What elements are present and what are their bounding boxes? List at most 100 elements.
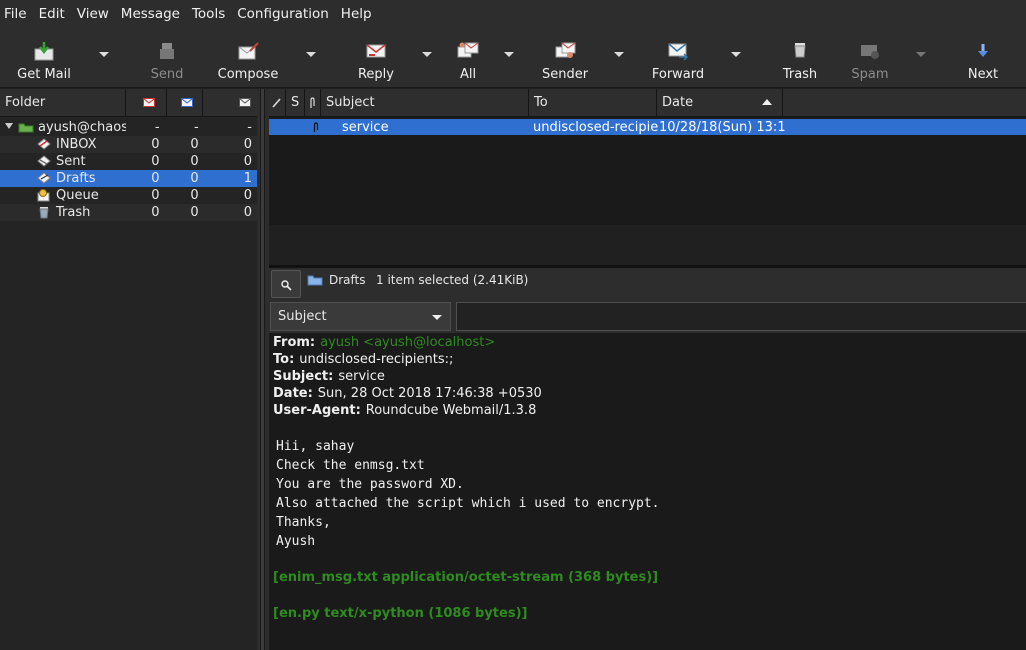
from-header: From: ayush <ayush@localhost> <box>273 334 1026 351</box>
current-folder-name: Drafts <box>329 273 366 287</box>
pane-separator[interactable] <box>257 89 269 650</box>
folder-row-queue[interactable]: Queue 0 0 0 <box>0 187 257 204</box>
folder-new-count: 0 <box>151 205 160 220</box>
reply-icon <box>366 44 386 58</box>
subject-column-header[interactable]: Subject <box>321 89 529 116</box>
folder-unread-count: - <box>193 120 199 135</box>
send-icon <box>160 43 174 59</box>
menu-file[interactable]: File <box>0 6 33 22</box>
trash-label: Trash <box>782 67 818 82</box>
menu-tools[interactable]: Tools <box>188 6 231 22</box>
folder-column-header[interactable]: Folder <box>0 89 126 116</box>
total-count-column-header[interactable] <box>203 89 257 116</box>
folder-new-count: 0 <box>151 137 160 152</box>
compose-button[interactable]: Compose <box>216 32 280 84</box>
folder-unread-count: 0 <box>190 154 199 169</box>
inbox-icon <box>37 138 51 150</box>
menu-edit[interactable]: Edit <box>35 6 71 22</box>
reply-all-button[interactable]: All <box>452 32 484 84</box>
attachment-link[interactable]: [enim_msg.txt application/octet-stream (… <box>273 568 1026 587</box>
spam-icon <box>861 45 879 59</box>
reply-label: Reply <box>357 67 394 82</box>
menu-help[interactable]: Help <box>337 6 378 22</box>
menu-configuration[interactable]: Configuration <box>233 6 335 22</box>
new-mail-icon <box>142 98 155 107</box>
user-agent-value: Roundcube Webmail/1.3.8 <box>365 403 537 418</box>
empty-column-header <box>783 89 1026 116</box>
menu-message[interactable]: Message <box>117 6 186 22</box>
spam-button[interactable]: Spam <box>849 32 891 84</box>
date-column-header[interactable]: Date <box>657 89 783 116</box>
quick-search-bar: Subject <box>269 301 1026 333</box>
folder-row-account[interactable]: ayush@chaos - - - <box>0 119 257 136</box>
menu-bar: File Edit View Message Tools Configurati… <box>0 0 1026 28</box>
new-count-column-header[interactable] <box>126 89 167 116</box>
next-button[interactable]: Next <box>965 32 1001 84</box>
user-agent-header: User-Agent: Roundcube Webmail/1.3.8 <box>273 402 1026 419</box>
search-folder-button[interactable] <box>271 270 301 298</box>
folder-unread-count: 0 <box>190 171 199 186</box>
spam-dropdown[interactable] <box>916 52 926 57</box>
compose-icon <box>238 42 259 60</box>
to-column-header[interactable]: To <box>529 89 657 116</box>
sent-icon <box>37 155 51 167</box>
folder-row-drafts[interactable]: Drafts 0 0 1 <box>0 170 257 187</box>
forward-dropdown[interactable] <box>731 52 741 57</box>
folder-name: Queue <box>56 188 99 203</box>
body-line: Thanks, <box>276 515 331 530</box>
reply-sender-button[interactable]: Sender <box>540 32 590 84</box>
reply-button[interactable]: Reply <box>355 32 397 84</box>
attachment-icon <box>310 96 315 108</box>
next-icon <box>978 44 988 57</box>
subject-header: Subject: service <box>273 368 1026 385</box>
get-mail-dropdown[interactable] <box>99 52 109 57</box>
to-label: To: <box>273 352 295 367</box>
folder-row-inbox[interactable]: INBOX 0 0 0 <box>0 136 257 153</box>
status-column-header[interactable]: S <box>286 89 305 116</box>
send-button[interactable]: Send <box>148 32 186 84</box>
to-header: To: undisclosed-recipients:; <box>273 351 1026 368</box>
from-label: From: <box>273 335 316 350</box>
folder-row-sent[interactable]: Sent 0 0 0 <box>0 153 257 170</box>
folder-new-count: 0 <box>151 171 160 186</box>
reply-all-dropdown[interactable] <box>504 52 514 57</box>
to-value: undisclosed-recipients:; <box>299 352 454 367</box>
quick-search-type-select[interactable]: Subject <box>270 302 451 331</box>
body-line: Ayush <box>276 534 316 549</box>
from-address-link[interactable]: ayush <ayush@localhost> <box>320 335 495 350</box>
status-bar: Drafts 1 item selected (2.41KiB) <box>269 268 1026 301</box>
reply-sender-dropdown[interactable] <box>614 52 624 57</box>
message-to: undisclosed-recipie <box>533 119 659 135</box>
reply-dropdown[interactable] <box>422 52 432 57</box>
mark-column-header[interactable] <box>269 89 286 116</box>
menu-view[interactable]: View <box>73 6 115 22</box>
subject-value: service <box>338 369 385 384</box>
reply-all-label: All <box>459 67 477 82</box>
folder-row-trash[interactable]: Trash 0 0 0 <box>0 204 257 221</box>
date-label: Date: <box>273 386 313 401</box>
total-mail-icon <box>239 98 251 107</box>
message-row[interactable]: service undisclosed-recipie 10/28/18(Sun… <box>269 119 1026 135</box>
subject-column-label: Subject <box>326 95 375 110</box>
date-header: Date: Sun, 28 Oct 2018 17:46:38 +0530 <box>273 385 1026 402</box>
get-mail-button[interactable]: Get Mail <box>14 32 74 84</box>
attachment-link[interactable]: [en.py text/x-python (1086 bytes)] <box>273 604 1026 623</box>
attachment-icon <box>313 121 319 132</box>
quick-search-type-value: Subject <box>278 309 327 324</box>
to-column-label: To <box>534 95 548 110</box>
trash-button[interactable]: Trash <box>780 32 820 84</box>
expand-triangle-icon[interactable] <box>5 123 13 129</box>
quick-search-input[interactable] <box>456 302 1026 331</box>
folder-unread-count: 0 <box>190 205 199 220</box>
date-column-label: Date <box>662 95 694 110</box>
compose-dropdown[interactable] <box>306 52 316 57</box>
queue-icon <box>37 189 50 202</box>
folder-new-count: 0 <box>151 154 160 169</box>
body-line: Hii, sahay <box>276 439 355 454</box>
reply-sender-icon <box>555 42 576 58</box>
unread-count-column-header[interactable] <box>167 89 203 116</box>
attachment-column-header[interactable] <box>305 89 321 116</box>
date-value: Sun, 28 Oct 2018 17:46:38 +0530 <box>317 386 542 401</box>
trash-icon <box>794 43 806 58</box>
forward-button[interactable]: Forward <box>650 32 706 84</box>
